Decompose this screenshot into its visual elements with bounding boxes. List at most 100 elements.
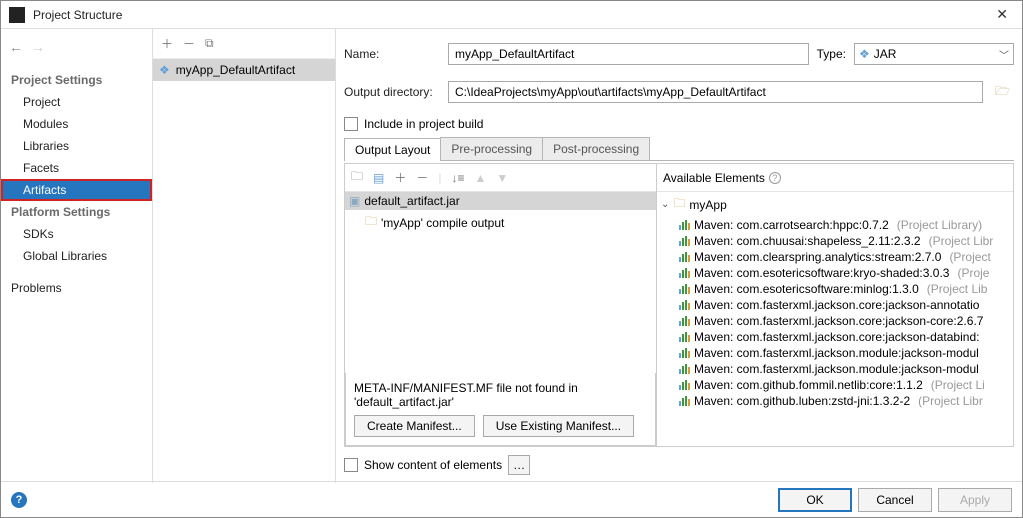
type-select[interactable]: ❖JAR ﹀ <box>854 43 1014 65</box>
include-checkbox[interactable] <box>344 117 358 131</box>
move-up-icon[interactable]: ▲ <box>475 171 487 185</box>
library-row[interactable]: Maven: com.fasterxml.jackson.core:jackso… <box>657 329 1013 345</box>
include-label: Include in project build <box>364 117 483 131</box>
ok-button[interactable]: OK <box>778 488 852 512</box>
app-icon <box>9 7 25 23</box>
library-row[interactable]: Maven: com.github.luben:zstd-jni:1.3.2-2… <box>657 393 1013 409</box>
folder-icon: 🗀 <box>365 212 377 233</box>
library-row[interactable]: Maven: com.chuusai:shapeless_2.11:2.3.2 (… <box>657 233 1013 249</box>
library-icon <box>679 300 690 310</box>
name-label: Name: <box>344 47 440 61</box>
library-row[interactable]: Maven: com.fasterxml.jackson.core:jackso… <box>657 297 1013 313</box>
type-label: Type: <box>817 47 846 61</box>
create-manifest-button[interactable]: Create Manifest... <box>354 415 475 437</box>
ellipsis-button[interactable]: … <box>508 455 530 475</box>
tabs: Output Layout Pre-processing Post-proces… <box>344 137 1014 161</box>
library-icon <box>679 252 690 262</box>
library-label: Maven: com.fasterxml.jackson.core:jackso… <box>694 298 979 312</box>
help-icon[interactable]: ? <box>769 172 781 184</box>
move-down-icon[interactable]: ▼ <box>496 171 508 185</box>
tab-pre-processing[interactable]: Pre-processing <box>440 137 543 160</box>
copy-icon[interactable]: ⧉ <box>205 36 214 51</box>
library-label: Maven: com.esotericsoftware:kryo-shaded:… <box>694 266 949 280</box>
apply-button[interactable]: Apply <box>938 488 1012 512</box>
titlebar: Project Structure ✕ <box>1 1 1022 29</box>
available-elements-panel: Available Elements ? ⌄ 🗀 myApp Maven: co… <box>657 163 1014 447</box>
sidebar-item-problems[interactable]: Problems <box>1 277 152 299</box>
library-icon <box>679 380 690 390</box>
close-icon[interactable]: ✕ <box>990 4 1014 25</box>
artifact-list-panel: ＋ － ⧉ ❖ myApp_DefaultArtifact <box>153 29 336 483</box>
library-label: Maven: com.clearspring.analytics:stream:… <box>694 250 941 264</box>
remove-icon[interactable]: － <box>183 35 195 52</box>
sort-icon[interactable]: ↓≡ <box>452 171 465 185</box>
sidebar-item-modules[interactable]: Modules <box>1 113 152 135</box>
library-label: Maven: com.github.luben:zstd-jni:1.3.2-2 <box>694 394 910 408</box>
module-folder-icon: 🗀 <box>673 194 685 215</box>
library-icon <box>679 332 690 342</box>
library-icon <box>679 268 690 278</box>
section-project-settings: Project Settings <box>1 69 152 91</box>
add-icon[interactable]: ＋ <box>161 35 173 52</box>
library-icon <box>679 316 690 326</box>
sidebar-item-artifacts[interactable]: Artifacts <box>1 179 152 201</box>
new-folder-icon[interactable]: 🗀 <box>351 167 363 188</box>
cancel-button[interactable]: Cancel <box>858 488 932 512</box>
show-content-checkbox[interactable] <box>344 458 358 472</box>
right-pane: Name: Type: ❖JAR ﹀ Output directory: 🗁 I… <box>336 29 1022 483</box>
sidebar-item-facets[interactable]: Facets <box>1 157 152 179</box>
chevron-down-icon: ﹀ <box>999 47 1009 62</box>
artifact-icon: ❖ <box>159 63 170 77</box>
sidebar: ← → Project Settings Project Modules Lib… <box>1 29 153 483</box>
library-scope: (Project Li <box>931 378 985 392</box>
library-row[interactable]: Maven: com.clearspring.analytics:stream:… <box>657 249 1013 265</box>
use-existing-manifest-button[interactable]: Use Existing Manifest... <box>483 415 634 437</box>
name-input[interactable] <box>448 43 809 65</box>
library-icon <box>679 348 690 358</box>
sidebar-item-libraries[interactable]: Libraries <box>1 135 152 157</box>
library-row[interactable]: Maven: com.esotericsoftware:kryo-shaded:… <box>657 265 1013 281</box>
library-label: Maven: com.github.fommil.netlib:core:1.1… <box>694 378 923 392</box>
library-scope: (Project Lib <box>927 282 988 296</box>
tree-root-archive[interactable]: ▣ default_artifact.jar <box>345 192 656 210</box>
remove-item-icon[interactable]: － <box>416 169 428 186</box>
library-scope: (Project Libr <box>929 234 994 248</box>
nav-forward-icon[interactable]: → <box>31 39 45 55</box>
nav-back-icon[interactable]: ← <box>9 39 23 55</box>
help-button[interactable]: ? <box>11 492 27 508</box>
artifact-list-item[interactable]: ❖ myApp_DefaultArtifact <box>153 59 335 81</box>
new-archive-icon[interactable]: ▤ <box>373 171 384 185</box>
tab-post-processing[interactable]: Post-processing <box>542 137 650 160</box>
library-icon <box>679 284 690 294</box>
jar-icon: ❖ <box>859 47 870 61</box>
window-title: Project Structure <box>33 8 990 22</box>
tab-output-layout[interactable]: Output Layout <box>344 138 441 161</box>
library-scope: (Project Libr <box>918 394 983 408</box>
sidebar-item-sdks[interactable]: SDKs <box>1 223 152 245</box>
sidebar-item-project[interactable]: Project <box>1 91 152 113</box>
library-label: Maven: com.esotericsoftware:minlog:1.3.0 <box>694 282 919 296</box>
library-row[interactable]: Maven: com.fasterxml.jackson.module:jack… <box>657 345 1013 361</box>
library-row[interactable]: Maven: com.carrotsearch:hppc:0.7.2(Proje… <box>657 217 1013 233</box>
library-label: Maven: com.chuusai:shapeless_2.11:2.3.2 <box>694 234 921 248</box>
artifact-list-label: myApp_DefaultArtifact <box>176 63 295 77</box>
outdir-input[interactable] <box>448 81 983 103</box>
library-row[interactable]: Maven: com.fasterxml.jackson.core:jackso… <box>657 313 1013 329</box>
outdir-label: Output directory: <box>344 85 440 99</box>
library-scope: (Project Library) <box>897 218 982 232</box>
module-row[interactable]: ⌄ 🗀 myApp <box>657 192 1013 217</box>
library-scope: (Proje <box>957 266 989 280</box>
library-row[interactable]: Maven: com.github.fommil.netlib:core:1.1… <box>657 377 1013 393</box>
library-row[interactable]: Maven: com.fasterxml.jackson.module:jack… <box>657 361 1013 377</box>
sidebar-item-global-libraries[interactable]: Global Libraries <box>1 245 152 267</box>
manifest-panel: META-INF/MANIFEST.MF file not found in '… <box>345 373 656 446</box>
footer: ? OK Cancel Apply <box>1 481 1022 517</box>
output-layout-tree-panel: 🗀 ▤ ＋ － | ↓≡ ▲ ▼ ▣ default_artifact.jar … <box>344 163 657 447</box>
module-label: myApp <box>689 198 726 212</box>
add-copy-icon[interactable]: ＋ <box>394 169 406 186</box>
library-row[interactable]: Maven: com.esotericsoftware:minlog:1.3.0… <box>657 281 1013 297</box>
chevron-down-icon: ⌄ <box>661 199 669 210</box>
browse-folder-icon[interactable]: 🗁 <box>991 82 1014 103</box>
library-label: Maven: com.fasterxml.jackson.core:jackso… <box>694 314 983 328</box>
tree-compile-output[interactable]: 🗀 'myApp' compile output <box>345 210 656 235</box>
